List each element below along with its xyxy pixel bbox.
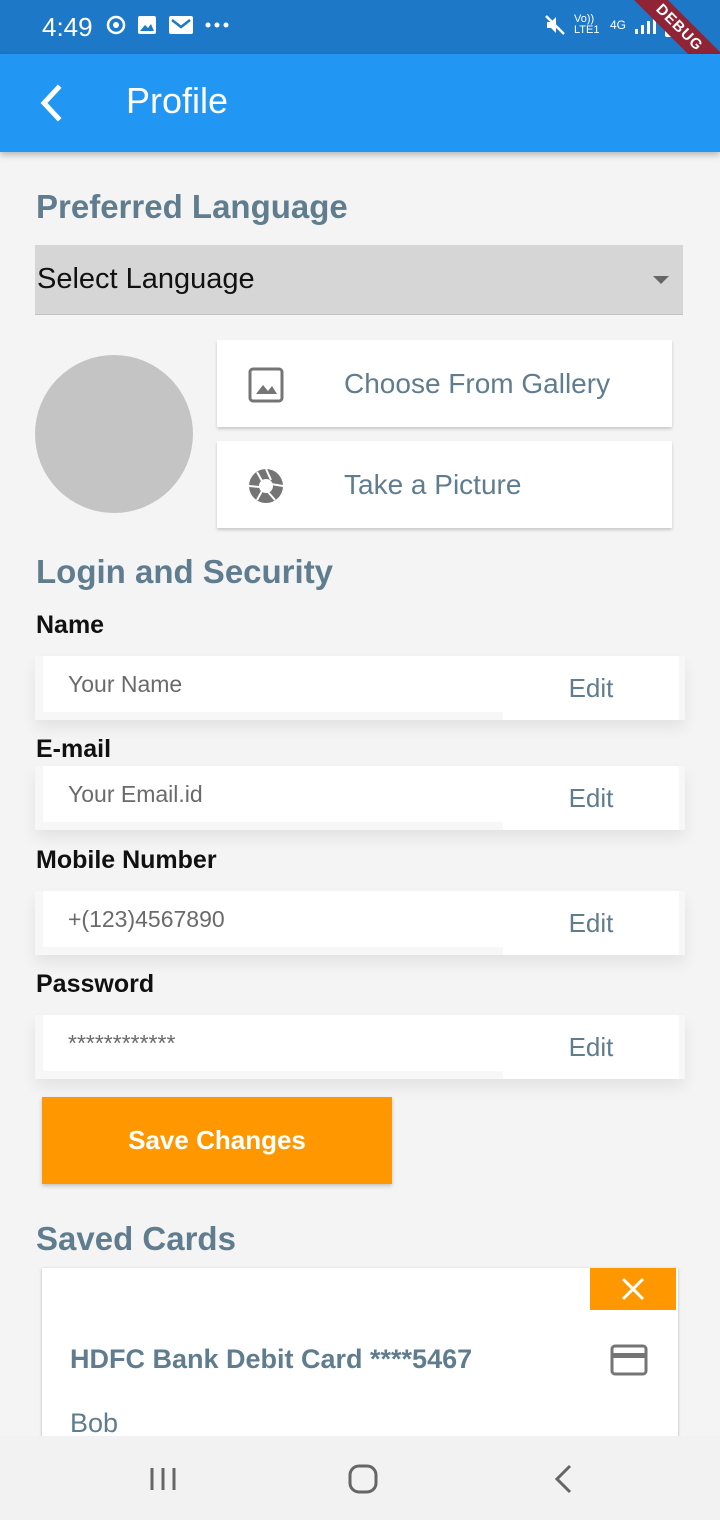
take-a-picture-button[interactable]: Take a Picture [217, 441, 672, 528]
more-notifications-icon [205, 22, 229, 28]
status-bar: 4:49 Vo)) LTE1 4G DEBUG [0, 0, 720, 90]
name-label: Name [36, 611, 105, 639]
volte-label: Vo)) LTE1 [573, 13, 600, 36]
status-time: 4:49 [42, 12, 93, 42]
gallery-notification-icon [138, 16, 156, 34]
password-input[interactable] [43, 1015, 533, 1071]
dropdown-arrow-icon [653, 276, 669, 284]
name-field-row: Edit [35, 656, 685, 720]
card-holder-name: Bob [70, 1408, 119, 1438]
notification-icons [106, 14, 230, 36]
mobile-edit-button[interactable]: Edit [503, 891, 679, 955]
mute-icon [545, 15, 565, 35]
email-label: E-mail [36, 735, 112, 763]
language-select[interactable]: Select Language [35, 245, 683, 315]
system-back-icon[interactable] [548, 1462, 582, 1496]
recent-apps-icon[interactable] [146, 1462, 180, 1496]
choose-from-gallery-button[interactable]: Choose From Gallery [217, 340, 672, 427]
take-a-picture-label: Take a Picture [344, 469, 522, 500]
save-changes-button[interactable]: Save Changes [42, 1097, 392, 1184]
email-input[interactable] [43, 766, 533, 822]
mobile-number-label: Mobile Number [36, 846, 217, 874]
mobile-number-input[interactable] [43, 891, 533, 947]
avatar[interactable] [35, 355, 193, 513]
close-icon [621, 1277, 645, 1301]
login-security-heading: Login and Security [36, 553, 334, 590]
password-label: Password [36, 970, 155, 998]
saved-cards-heading: Saved Cards [36, 1220, 236, 1257]
network-type-label: 4G [609, 18, 626, 32]
mobile-field-row: Edit [35, 891, 685, 955]
image-icon [248, 367, 284, 403]
app-bar: Profile [0, 54, 720, 152]
email-field-row: Edit [35, 766, 685, 830]
name-edit-button[interactable]: Edit [503, 656, 679, 720]
page-title: Profile [126, 80, 229, 121]
password-edit-button[interactable]: Edit [503, 1015, 679, 1079]
camera-shutter-icon [248, 468, 284, 503]
email-edit-button[interactable]: Edit [503, 766, 679, 830]
language-select-value: Select Language [37, 263, 255, 295]
mail-notification-icon [169, 16, 193, 34]
choose-from-gallery-label: Choose From Gallery [344, 368, 611, 399]
system-navigation-bar [0, 1436, 720, 1520]
preferred-language-heading: Preferred Language [36, 188, 348, 225]
remove-card-button[interactable] [590, 1268, 676, 1310]
home-icon[interactable] [346, 1462, 380, 1496]
vpn-icon [106, 15, 126, 35]
name-input[interactable] [43, 656, 533, 712]
credit-card-icon [610, 1344, 648, 1376]
card-name: HDFC Bank Debit Card ****5467 [70, 1344, 473, 1374]
password-field-row: Edit [35, 1015, 685, 1079]
back-arrow-icon[interactable] [30, 80, 76, 126]
